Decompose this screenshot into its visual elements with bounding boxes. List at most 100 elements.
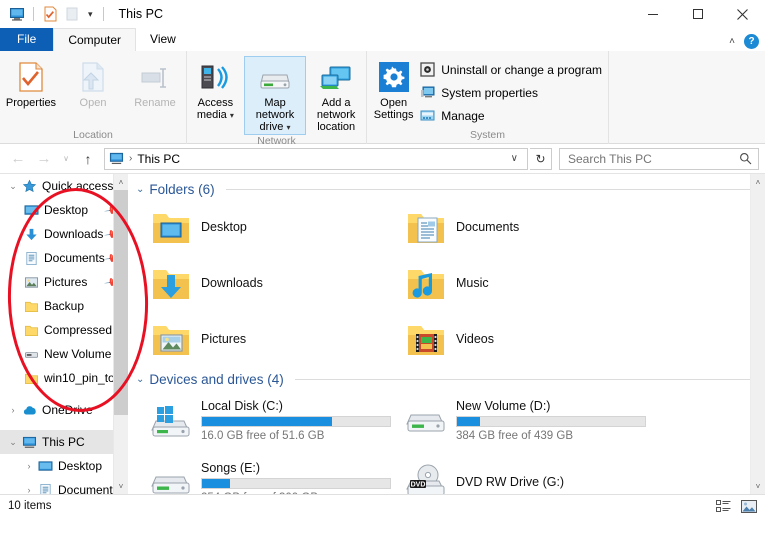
up-button[interactable]: ↑ (76, 147, 100, 171)
chevron-right-icon[interactable]: › (22, 485, 36, 494)
chevron-right-icon[interactable]: › (22, 461, 36, 471)
system-properties-button[interactable]: System properties (414, 83, 608, 102)
chevron-down-icon[interactable]: ▾ (230, 111, 234, 120)
ribbon-group-system: Open Settings Uninstall or change a prog… (366, 51, 608, 144)
drive-icon (150, 461, 192, 494)
folder-item-downloads[interactable]: Downloads (142, 255, 397, 311)
group-header-folders[interactable]: ⌄ Folders (6) (128, 174, 765, 199)
refresh-button[interactable]: ↻ (530, 147, 552, 170)
scrollbar-thumb[interactable] (114, 190, 128, 415)
file-list-scrollbar[interactable]: ˄ ˅ (750, 174, 765, 494)
navigation-pane-scrollbar[interactable]: ˄ ˅ (113, 174, 128, 494)
scroll-up-icon[interactable]: ˄ (114, 174, 128, 190)
folder-item-documents[interactable]: Documents (397, 199, 652, 255)
this-pc-icon[interactable] (8, 5, 26, 23)
sidebar-item-compressed[interactable]: Compressed (0, 318, 128, 342)
properties-button[interactable]: Properties (0, 56, 62, 109)
folder-icon (22, 299, 41, 314)
sidebar-item-downloads-qa[interactable]: Downloads 📌 (0, 222, 128, 246)
downloads-icon (22, 227, 41, 242)
access-media-button[interactable]: Access media ▾ (187, 56, 244, 122)
sidebar-item-new-volume[interactable]: New Volume ( (0, 342, 128, 366)
drive-item-local-disk-c[interactable]: Local Disk (C:) 16.0 GB free of 51.6 GB (142, 389, 397, 451)
chevron-down-icon[interactable]: ⌄ (136, 184, 144, 195)
address-field[interactable]: › This PC ∨ (104, 147, 528, 170)
tab-view[interactable]: View (136, 28, 190, 51)
navigation-pane: ⌄ Quick access Desktop 📌 Downloa (0, 174, 128, 494)
sidebar-item-pictures-qa[interactable]: Pictures 📌 (0, 270, 128, 294)
open-button[interactable]: Open (62, 56, 124, 109)
address-bar: ← → ∨ ↑ › This PC ∨ ↻ (0, 144, 765, 173)
manage-label: Manage (441, 108, 485, 123)
add-network-location-label: Add a network location (316, 97, 356, 133)
add-network-location-button[interactable]: Add a network location (306, 56, 366, 133)
ribbon-group-network-label: Network (257, 135, 296, 147)
drive-usage-bar (456, 415, 646, 427)
sidebar-item-label: Desktop (58, 459, 103, 473)
group-header-devices-and-drives[interactable]: ⌄ Devices and drives (4) (128, 367, 765, 389)
folder-name: Documents (456, 220, 520, 234)
drive-info: Local Disk (C:) 16.0 GB free of 51.6 GB (201, 399, 391, 442)
address-dropdown-icon[interactable]: ∨ (506, 153, 523, 164)
open-label: Open (79, 97, 107, 109)
search-icon[interactable] (739, 152, 752, 165)
folder-item-videos[interactable]: Videos (397, 311, 652, 367)
view-buttons (715, 499, 757, 514)
help-icon[interactable]: ? (744, 34, 759, 49)
chevron-down-icon[interactable]: ▾ (286, 123, 290, 132)
recent-locations-button[interactable]: ∨ (58, 147, 74, 171)
uninstall-or-change-a-program-button[interactable]: Uninstall or change a program (414, 60, 608, 79)
minimize-button[interactable] (630, 0, 675, 28)
sidebar-item-documents-qa[interactable]: Documents 📌 (0, 246, 128, 270)
maximize-button[interactable] (675, 0, 720, 28)
details-view-icon[interactable] (715, 499, 732, 514)
sidebar-item-backup[interactable]: Backup (0, 294, 128, 318)
drive-item-dvd-rw-g[interactable]: DVD DVD RW Drive (G:) (397, 451, 652, 494)
search-box[interactable] (559, 147, 759, 170)
properties-icon[interactable] (41, 5, 59, 23)
drive-item-songs-e[interactable]: Songs (E:) 254 GB free of 300 GB (142, 451, 397, 494)
sidebar-item-desktop-pc[interactable]: › Desktop (0, 454, 128, 478)
scroll-up-icon[interactable]: ˄ (751, 174, 765, 190)
dvd-drive-icon: DVD (405, 461, 447, 494)
group-title: Devices and drives (4) (149, 372, 284, 387)
folder-item-desktop[interactable]: Desktop (142, 199, 397, 255)
rename-button[interactable]: Rename (124, 56, 186, 109)
chevron-down-icon[interactable]: ⌄ (6, 437, 20, 448)
chevron-down-icon[interactable]: ⌄ (136, 374, 144, 385)
drive-name: Local Disk (C:) (201, 398, 283, 413)
sidebar-item-this-pc[interactable]: ⌄ This PC (0, 430, 128, 454)
manage-button[interactable]: Manage (414, 106, 608, 125)
folder-item-music[interactable]: Music (397, 255, 652, 311)
breadcrumb-this-pc[interactable]: This PC (137, 152, 180, 166)
sidebar-item-quick-access[interactable]: ⌄ Quick access (0, 174, 128, 198)
large-icons-view-icon[interactable] (740, 499, 757, 514)
sidebar-item-label: Documents (44, 251, 105, 265)
scroll-down-icon[interactable]: ˅ (751, 478, 765, 494)
scroll-down-icon[interactable]: ˅ (114, 478, 128, 494)
new-folder-icon[interactable] (63, 5, 81, 23)
back-button[interactable]: ← (6, 147, 30, 171)
sidebar-item-onedrive[interactable]: › OneDrive (0, 398, 128, 422)
chevron-right-icon[interactable]: › (6, 405, 20, 415)
qat-divider-2 (102, 7, 104, 21)
tab-file[interactable]: File (0, 28, 54, 51)
forward-button[interactable]: → (32, 147, 56, 171)
chevron-down-icon[interactable]: ⌄ (6, 181, 20, 192)
drive-info: Songs (E:) 254 GB free of 300 GB (201, 461, 391, 494)
drive-info: New Volume (D:) 384 GB free of 439 GB (456, 399, 646, 442)
open-settings-button[interactable]: Open Settings (373, 56, 414, 121)
collapse-ribbon-icon[interactable]: ˄ (729, 36, 735, 47)
tab-computer[interactable]: Computer (53, 28, 137, 51)
window-title: This PC (118, 7, 163, 21)
drive-item-new-volume-d[interactable]: New Volume (D:) 384 GB free of 439 GB (397, 389, 652, 451)
qat-dropdown-icon[interactable]: ▾ (85, 9, 96, 20)
close-button[interactable] (720, 0, 765, 28)
sidebar-item-desktop-qa[interactable]: Desktop 📌 (0, 198, 128, 222)
sidebar-item-documents-pc[interactable]: › Documents (0, 478, 128, 494)
search-input[interactable] (566, 150, 739, 167)
folder-item-pictures[interactable]: Pictures (142, 311, 397, 367)
map-network-drive-button[interactable]: Map network drive ▾ (243, 56, 307, 135)
drive-usage-bar (201, 415, 391, 427)
sidebar-item-win10-pin-to[interactable]: win10_pin_to- (0, 366, 128, 390)
